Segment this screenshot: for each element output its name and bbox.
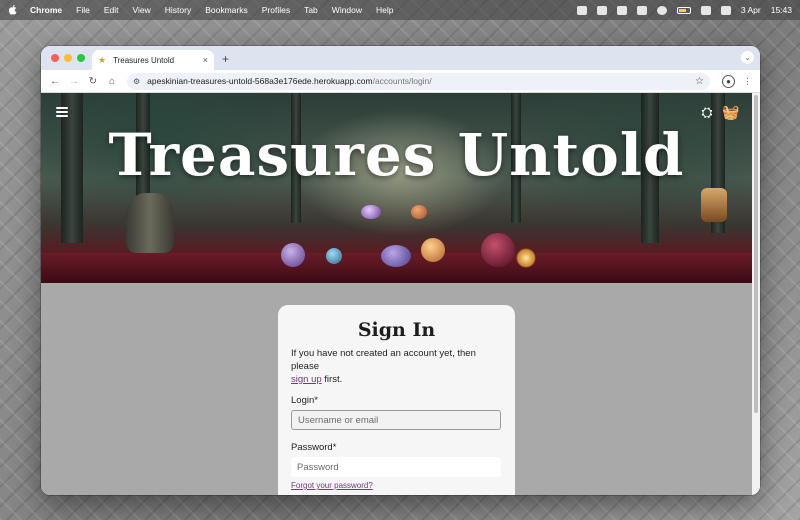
scrollbar-thumb[interactable] xyxy=(754,95,758,413)
back-arrow-icon[interactable]: ← xyxy=(47,76,63,87)
menu-tab[interactable]: Tab xyxy=(304,5,318,15)
wifi-icon[interactable] xyxy=(700,5,711,15)
crystal-orb xyxy=(411,205,427,219)
password-label: Password* xyxy=(291,442,337,453)
tab-close-icon[interactable]: × xyxy=(203,55,208,65)
site-title: Treasures Untold xyxy=(108,121,685,189)
crystal-orb xyxy=(421,238,445,262)
crystal-orb xyxy=(361,205,381,219)
bookmark-star-icon[interactable]: ☆ xyxy=(695,76,704,87)
address-bar[interactable]: ⚙ apeskinian-treasures-untold-568a3e176e… xyxy=(127,72,710,90)
forgot-password-link[interactable]: Forgot your password? xyxy=(291,481,502,490)
tab-treasures-untold[interactable]: ★ Treasures Untold × xyxy=(92,50,214,70)
signin-intro-suffix: first. xyxy=(321,374,343,385)
password-input[interactable] xyxy=(291,457,501,477)
close-window-button[interactable] xyxy=(51,54,59,62)
people-icon[interactable] xyxy=(596,5,607,15)
menu-view[interactable]: View xyxy=(132,5,150,15)
cloud-icon[interactable] xyxy=(576,5,587,15)
signup-link[interactable]: sign up xyxy=(291,374,322,385)
tab-strip: ★ Treasures Untold × + ⌄ xyxy=(41,46,760,70)
page-viewport: Treasures Untold ⛭ 🧺 Sign In If you have… xyxy=(41,93,752,495)
menu-profiles[interactable]: Profiles xyxy=(262,5,290,15)
forward-arrow-icon[interactable]: → xyxy=(66,76,82,87)
control-center-icon[interactable] xyxy=(720,5,731,15)
menu-edit[interactable]: Edit xyxy=(104,5,119,15)
browser-window: ★ Treasures Untold × + ⌄ ← → ↻ ⌂ ⚙ apesk… xyxy=(41,46,760,495)
tab-title: Treasures Untold xyxy=(113,55,175,65)
signin-intro: If you have not created an account yet, … xyxy=(291,347,502,386)
lantern xyxy=(701,188,727,222)
menu-history[interactable]: History xyxy=(165,5,191,15)
signin-title: Sign In xyxy=(357,319,436,341)
menu-bar: Chrome File Edit View History Bookmarks … xyxy=(0,0,800,20)
hamburger-menu-icon[interactable] xyxy=(56,107,68,117)
login-label: Login* xyxy=(291,395,318,406)
potion-bottle xyxy=(481,233,515,267)
menu-file[interactable]: File xyxy=(76,5,90,15)
url-host: apeskinian-treasures-untold-568a3e176ede… xyxy=(147,76,373,86)
favicon-icon: ★ xyxy=(98,54,107,65)
home-icon[interactable]: ⌂ xyxy=(104,76,120,87)
browser-toolbar: ← → ↻ ⌂ ⚙ apeskinian-treasures-untold-56… xyxy=(41,70,760,93)
signin-card: Sign In If you have not created an accou… xyxy=(278,305,515,495)
menu-bookmarks[interactable]: Bookmarks xyxy=(205,5,248,15)
shopping-basket-icon[interactable]: 🧺 xyxy=(722,103,740,121)
mail-icon[interactable] xyxy=(616,5,627,15)
gemstone xyxy=(326,248,342,264)
site-settings-icon[interactable]: ⚙ xyxy=(133,77,140,86)
maximize-window-button[interactable] xyxy=(77,54,85,62)
menubar-time[interactable]: 15:43 xyxy=(771,5,792,15)
wizard-hat-icon[interactable]: ⛭ xyxy=(698,103,716,121)
display-icon[interactable] xyxy=(636,5,647,15)
window-controls xyxy=(51,54,85,62)
url-path: /accounts/login/ xyxy=(372,76,432,86)
battery-icon[interactable] xyxy=(676,6,691,14)
menu-app-chrome[interactable]: Chrome xyxy=(30,5,62,15)
signin-intro-text: If you have not created an account yet, … xyxy=(291,348,476,372)
kebab-menu-icon[interactable]: ⋮ xyxy=(741,75,754,88)
login-input[interactable] xyxy=(291,410,501,430)
record-icon[interactable] xyxy=(656,5,667,15)
profile-avatar-icon[interactable]: ● xyxy=(722,74,735,88)
teapot xyxy=(126,193,174,253)
reload-icon[interactable]: ↻ xyxy=(85,76,101,87)
menu-window[interactable]: Window xyxy=(332,5,362,15)
tab-search-chevron-icon[interactable]: ⌄ xyxy=(741,51,754,64)
header-actions: ⛭ 🧺 xyxy=(698,103,740,121)
crystal-orb xyxy=(281,243,305,267)
candle-glow xyxy=(516,248,536,268)
page-scrollbar[interactable] xyxy=(752,93,760,495)
hero-banner: Treasures Untold ⛭ 🧺 xyxy=(41,93,752,283)
crystal-orb xyxy=(381,245,411,267)
menu-help[interactable]: Help xyxy=(376,5,393,15)
minimize-window-button[interactable] xyxy=(64,54,72,62)
new-tab-button[interactable]: + xyxy=(222,52,229,66)
apple-icon[interactable] xyxy=(8,5,18,15)
menubar-date[interactable]: 3 Apr xyxy=(741,5,761,15)
